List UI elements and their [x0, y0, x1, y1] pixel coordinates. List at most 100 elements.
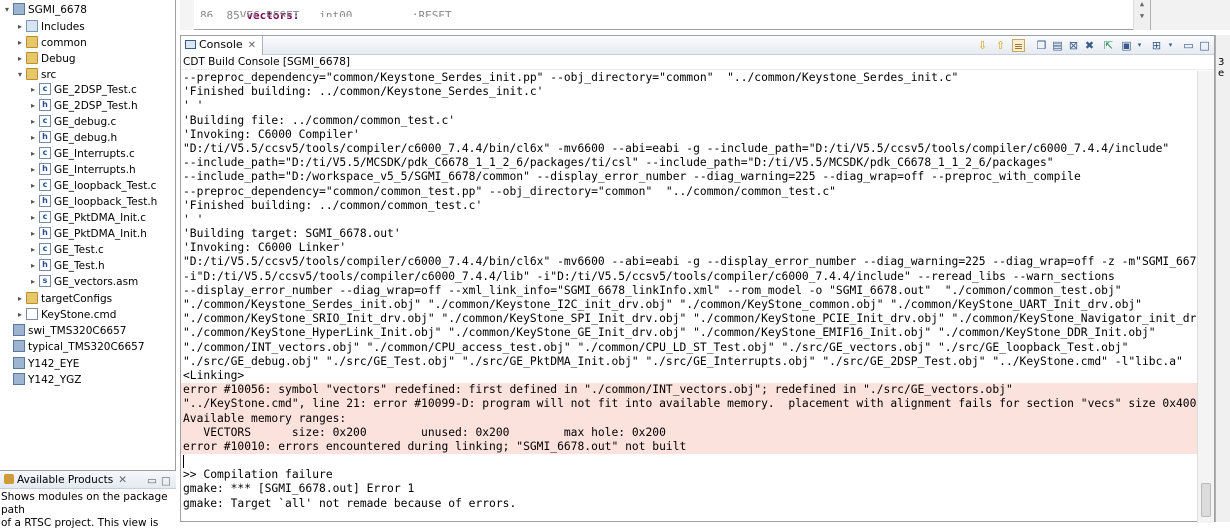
collapse-arrow-icon[interactable]: ▸ — [28, 114, 38, 130]
console-line: "./common/KeyStone_SRIO_Init_drv.obj" ".… — [183, 312, 1197, 326]
tree-item[interactable]: ▸ h GE_PktDMA_Init.h — [28, 226, 147, 242]
console-tab[interactable]: Console ✕ — [181, 36, 264, 55]
tree-item[interactable]: ▸ targetConfigs — [15, 291, 112, 307]
console-error-line: "../KeyStone.cmd", line 21: error #10099… — [181, 397, 1197, 412]
console-line: ' ' — [183, 99, 204, 113]
collapse-arrow-icon[interactable]: ▸ — [15, 35, 25, 51]
collapse-arrow-icon[interactable]: ▸ — [28, 210, 38, 226]
console-line: 'Invoking: C6000 Linker' — [183, 241, 347, 255]
tree-item[interactable]: ▸ c GE_PktDMA_Init.c — [28, 210, 146, 226]
console-scrollbar[interactable] — [1197, 71, 1214, 523]
scroll-thumb[interactable] — [1201, 483, 1211, 517]
tree-item[interactable]: typical_TMS320C6657 — [2, 339, 145, 355]
console-line: 'Finished building: ../common/Keystone_S… — [183, 85, 544, 99]
tree-item[interactable]: ▸ c GE_Test.c — [28, 242, 104, 258]
available-products-tab[interactable]: Available Products ✕ ▭ □ — [0, 471, 176, 489]
maximize-icon[interactable]: □ — [1198, 39, 1211, 52]
minimize-icon[interactable]: ▭ — [147, 472, 157, 490]
scroll-down-icon[interactable]: ▼ — [1134, 12, 1150, 20]
console-subtitle: CDT Build Console [SGMI_6678] — [181, 55, 1214, 70]
tree-item-label: swi_TMS320C6657 — [28, 325, 127, 337]
collapse-arrow-icon[interactable]: ▸ — [15, 307, 25, 323]
collapse-arrow-icon[interactable]: ▸ — [15, 19, 25, 35]
collapse-arrow-icon[interactable]: ▸ — [15, 291, 25, 307]
tree-item[interactable]: Y142_YGZ — [2, 372, 81, 388]
tree-item-label: GE_debug.c — [54, 116, 117, 128]
console-line: "./src/GE_debug.obj" "./src/GE_Test.obj"… — [183, 354, 1183, 368]
console-line: -i"D:/ti/V5.5/ccsv5/tools/compiler/c6000… — [183, 269, 1115, 283]
scroll-up-icon[interactable]: ▲ — [1134, 0, 1150, 8]
collapse-arrow-icon[interactable]: ▸ — [28, 274, 38, 290]
tree-item[interactable]: ▸ KeyStone.cmd — [15, 307, 116, 323]
display-console-icon[interactable]: ▣ — [1120, 39, 1133, 52]
folder-icon — [26, 36, 38, 48]
collapse-arrow-icon[interactable]: ▸ — [28, 226, 38, 242]
c-file-icon: c — [39, 83, 51, 95]
console-output[interactable]: --preproc_dependency="common/Keystone_Se… — [181, 71, 1197, 523]
tree-item[interactable]: ▸ h GE_Test.h — [28, 258, 105, 274]
collapse-arrow-icon[interactable]: ▸ — [28, 98, 38, 114]
available-products-view: Available Products ✕ ▭ □ Shows modules on… — [0, 470, 176, 529]
tree-item-label: GE_vectors.asm — [54, 276, 139, 288]
tree-item[interactable]: ▸ c GE_loopback_Test.c — [28, 178, 156, 194]
console-line: --preproc_dependency="common/common_test… — [183, 184, 836, 198]
right-panel: 3 e — [1215, 35, 1230, 522]
minimize-icon[interactable]: ▭ — [1182, 39, 1195, 52]
collapse-arrow-icon[interactable]: ▸ — [28, 258, 38, 274]
console-error-line: error #10056: symbol "vectors" redefined… — [181, 383, 1197, 398]
tree-item[interactable]: ▸ c GE_2DSP_Test.c — [28, 82, 137, 98]
tree-item[interactable]: ▸ Debug — [15, 51, 76, 67]
remove-console-icon[interactable]: ✖ — [1083, 39, 1096, 52]
h-file-icon: h — [39, 227, 51, 239]
tree-item-label: Y142_EYE — [28, 358, 80, 370]
collapse-arrow-icon[interactable]: ▸ — [28, 242, 38, 258]
available-products-tab-label: Available Products — [17, 474, 114, 486]
collapse-arrow-icon[interactable]: ▸ — [28, 146, 38, 162]
scroll-lock-icon[interactable]: ≡ — [1012, 39, 1025, 53]
tree-item[interactable]: ▸ s GE_vectors.asm — [28, 274, 138, 290]
tree-item-label: SGMI_6678 — [28, 4, 87, 16]
maximize-icon[interactable]: □ — [161, 472, 171, 490]
dropdown-arrow-icon[interactable]: ▾ — [1133, 39, 1146, 52]
tree-item[interactable]: ▸ c GE_debug.c — [28, 114, 116, 130]
pin-down-icon[interactable]: ⇩ — [976, 39, 989, 52]
tree-item[interactable]: ▸ c GE_Interrupts.c — [28, 146, 135, 162]
collapse-arrow-icon[interactable]: ▸ — [28, 130, 38, 146]
collapse-arrow-icon[interactable]: ▸ — [28, 178, 38, 194]
tree-item[interactable]: swi_TMS320C6657 — [2, 323, 126, 339]
tree-item[interactable]: Y142_EYE — [2, 356, 79, 372]
tree-item[interactable]: ▾ src — [15, 67, 56, 83]
dropdown-arrow-icon[interactable]: ▾ — [1164, 39, 1177, 52]
expand-arrow-icon[interactable]: ▾ — [15, 67, 25, 83]
project-icon — [13, 373, 25, 385]
collapse-arrow-icon[interactable]: ▸ — [28, 82, 38, 98]
c-file-icon: c — [39, 211, 51, 223]
tree-item[interactable]: ▾ SGMI_6678 — [2, 2, 87, 18]
expand-arrow-icon[interactable]: ▾ — [2, 2, 12, 18]
tree-item[interactable]: ▸ h GE_loopback_Test.h — [28, 194, 157, 210]
copy-icon[interactable]: ❐ — [1035, 39, 1048, 52]
tree-item[interactable]: ▸ h GE_Interrupts.h — [28, 162, 136, 178]
console-line: gmake: *** [SGMI_6678.out] Error 1 — [183, 482, 415, 496]
editor-scrollbar[interactable]: ▲ ▼ — [1133, 0, 1150, 30]
tree-item[interactable]: ▸ h GE_debug.h — [28, 130, 117, 146]
right-panel-top — [1150, 0, 1230, 30]
close-icon[interactable]: ✕ — [248, 40, 256, 51]
close-icon[interactable]: ✕ — [118, 474, 127, 486]
console-error-line: VECTORS size: 0x200 unused: 0x200 max ho… — [181, 425, 1197, 440]
pin-up-icon[interactable]: ⇧ — [994, 39, 1007, 52]
clear-console-icon[interactable]: ⊠ — [1067, 39, 1080, 52]
collapse-arrow-icon[interactable]: ▸ — [28, 162, 38, 178]
collapse-arrow-icon[interactable]: ▸ — [28, 194, 38, 210]
tree-item[interactable]: ▸ Includes — [15, 19, 85, 35]
tree-item-label: KeyStone.cmd — [41, 309, 117, 321]
paste-icon[interactable]: ▤ — [1051, 39, 1064, 52]
tree-item[interactable]: ▸ common — [15, 35, 87, 51]
collapse-arrow-icon[interactable]: ▸ — [15, 51, 25, 67]
pin-console-icon[interactable]: ⇱ — [1102, 39, 1115, 52]
tree-item[interactable]: ▸ h GE_2DSP_Test.h — [28, 98, 138, 114]
new-console-icon[interactable]: ⊞ — [1150, 39, 1163, 52]
code-editor[interactable]: 85 vectors: 86 VEC_RESET .int00 ;RESET ▲… — [180, 0, 1150, 30]
